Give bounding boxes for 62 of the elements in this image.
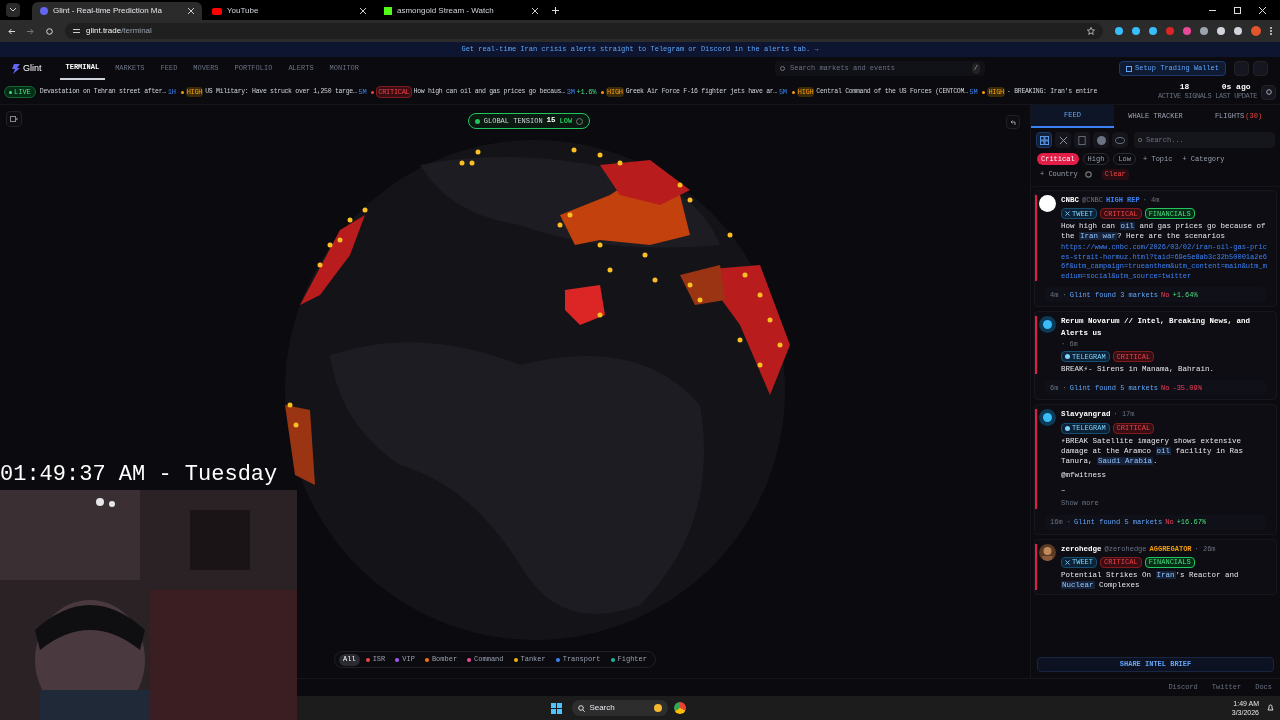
close-icon[interactable] bbox=[1259, 7, 1266, 14]
close-icon[interactable] bbox=[360, 8, 366, 14]
search-icon bbox=[780, 65, 786, 72]
logo-text: Glint bbox=[23, 61, 42, 75]
new-tab-icon[interactable] bbox=[552, 7, 559, 14]
document-icon bbox=[1078, 135, 1086, 145]
extension-icon[interactable] bbox=[1183, 27, 1191, 35]
undo-button[interactable] bbox=[1006, 115, 1020, 129]
profile-avatar[interactable] bbox=[1251, 26, 1261, 36]
close-icon[interactable] bbox=[188, 8, 194, 14]
grid-icon bbox=[1039, 135, 1049, 145]
taskbar-search-field[interactable]: Search bbox=[572, 700, 669, 716]
extension-icon[interactable] bbox=[1200, 27, 1208, 35]
browser-tab[interactable]: asmongold Stream - Watch bbox=[376, 2, 546, 20]
site-info-icon bbox=[73, 28, 80, 34]
address-field[interactable]: glint.trade/terminal bbox=[65, 23, 1103, 39]
browser-tab[interactable]: YouTube bbox=[204, 2, 374, 20]
search-placeholder: Search bbox=[589, 702, 616, 714]
search-icon bbox=[1138, 137, 1143, 143]
chrome-icon[interactable] bbox=[674, 702, 687, 714]
url-text: glint.trade/terminal bbox=[86, 25, 152, 37]
windows-start-icon[interactable] bbox=[551, 702, 563, 714]
stream-clock-overlay: 01:49:37 AM - Tuesday bbox=[0, 461, 278, 489]
minimize-icon[interactable] bbox=[1209, 7, 1216, 14]
feed-card[interactable] bbox=[1034, 190, 1277, 308]
chevron-down-icon bbox=[10, 8, 16, 12]
extension-icon[interactable] bbox=[1149, 27, 1157, 35]
camera-button[interactable] bbox=[6, 111, 22, 127]
back-icon[interactable] bbox=[8, 27, 15, 35]
feed-card[interactable] bbox=[1034, 404, 1277, 535]
extension-icon[interactable] bbox=[1217, 27, 1225, 35]
search-icon bbox=[578, 704, 586, 712]
video-play-icon bbox=[212, 7, 222, 15]
star-icon[interactable] bbox=[1087, 27, 1095, 35]
eye-icon bbox=[1115, 136, 1125, 144]
source-filter-button[interactable] bbox=[1074, 132, 1090, 148]
wallet-icon bbox=[1126, 65, 1132, 72]
tab-list-button[interactable] bbox=[6, 3, 20, 17]
stat-value: 18 bbox=[1179, 82, 1190, 91]
tab-title: asmongold Stream - Watch bbox=[397, 5, 495, 17]
x-logo-icon bbox=[1058, 135, 1068, 145]
browser-tab[interactable]: Glint - Real-time Prediction Ma bbox=[32, 2, 202, 20]
close-icon[interactable] bbox=[532, 8, 538, 14]
extension-icon[interactable] bbox=[1115, 27, 1123, 35]
source-filter-button[interactable] bbox=[1036, 132, 1052, 148]
restore-icon[interactable] bbox=[1234, 7, 1241, 14]
source-filter-button[interactable] bbox=[1112, 132, 1128, 148]
stat-value: 0s ago bbox=[1221, 82, 1251, 91]
video-camera-icon bbox=[10, 116, 18, 122]
logo-icon bbox=[12, 63, 20, 74]
refresh-button[interactable] bbox=[1261, 84, 1276, 100]
x-logo-icon bbox=[1065, 211, 1070, 217]
source-filter-button[interactable] bbox=[1055, 132, 1071, 148]
undo-icon bbox=[1010, 119, 1016, 125]
tab-title: YouTube bbox=[227, 5, 260, 17]
x-logo-icon bbox=[1065, 559, 1070, 565]
forward-icon[interactable] bbox=[27, 27, 34, 35]
notification-icon[interactable] bbox=[1267, 704, 1274, 712]
extension-icon[interactable] bbox=[1132, 27, 1140, 35]
tab-title: Glint - Real-time Prediction Ma bbox=[53, 5, 163, 17]
source-filter-button[interactable] bbox=[1093, 132, 1109, 148]
extension-icon[interactable] bbox=[1234, 27, 1242, 35]
